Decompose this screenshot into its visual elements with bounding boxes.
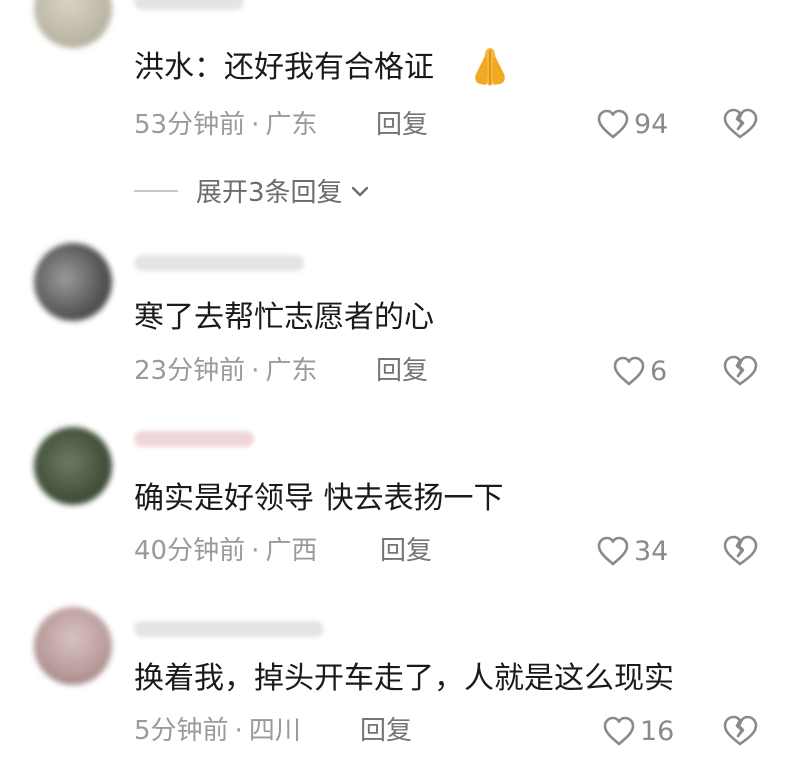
meta-separator: ·	[251, 110, 260, 140]
comment-item: 换着我，掉头开车走了，人就是这么现实 5分钟前 · 四川 回复 16	[0, 585, 800, 766]
comment-text: 洪水：还好我有合格证	[134, 50, 434, 85]
comment-location: 广东	[265, 110, 318, 140]
comment-text: 换着我，掉头开车走了，人就是这么现实	[134, 661, 674, 696]
username[interactable]	[134, 431, 254, 447]
comment-text: 寒了去帮忙志愿者的心	[134, 300, 434, 335]
username[interactable]	[134, 255, 304, 271]
like-button[interactable]: 94	[596, 104, 668, 144]
like-button[interactable]: 6	[612, 351, 667, 391]
meta-separator: ·	[234, 716, 243, 746]
chevron-down-icon	[351, 186, 368, 196]
comment-item: 洪水：还好我有合格证 53分钟前 · 广东 回复 94 展开3条回复	[0, 0, 800, 215]
reply-button[interactable]: 回复	[380, 533, 432, 569]
username[interactable]	[134, 0, 244, 10]
broken-heart-icon[interactable]	[722, 106, 758, 142]
avatar[interactable]	[34, 0, 112, 48]
divider-line	[134, 189, 178, 192]
comment-meta: 5分钟前 · 四川	[134, 713, 301, 749]
comment-meta: 53分钟前 · 广东	[134, 107, 317, 143]
like-button[interactable]: 34	[596, 531, 668, 571]
meta-separator: ·	[251, 356, 260, 386]
like-count: 94	[634, 108, 669, 140]
heart-icon	[603, 716, 635, 746]
comment-text: 确实是好领导 快去表扬一下	[134, 481, 504, 516]
broken-heart-icon[interactable]	[722, 353, 758, 389]
heart-icon	[597, 109, 629, 139]
heart-icon	[597, 536, 629, 566]
expand-replies-button[interactable]: 展开3条回复	[134, 172, 371, 209]
avatar[interactable]	[34, 243, 112, 321]
broken-heart-icon[interactable]	[722, 713, 758, 749]
like-count: 6	[650, 355, 668, 387]
like-count: 16	[640, 715, 675, 747]
comment-item: 确实是好领导 快去表扬一下 40分钟前 · 广西 回复 34	[0, 405, 800, 585]
comment-time: 53分钟前	[134, 110, 246, 140]
avatar[interactable]	[34, 427, 112, 505]
reply-button[interactable]: 回复	[376, 353, 428, 389]
comment-location: 广东	[265, 356, 318, 386]
like-count: 34	[634, 535, 669, 567]
comment-time: 5分钟前	[134, 716, 229, 746]
broken-heart-icon[interactable]	[722, 533, 758, 569]
comment-time: 40分钟前	[134, 536, 246, 566]
avatar[interactable]	[34, 607, 112, 685]
like-button[interactable]: 16	[602, 711, 674, 751]
comment-meta: 40分钟前 · 广西	[134, 533, 317, 569]
expand-replies-label: 展开3条回复	[196, 178, 343, 208]
comment-location: 广西	[265, 536, 318, 566]
reply-button[interactable]: 回复	[360, 713, 412, 749]
comment-time: 23分钟前	[134, 356, 246, 386]
heart-icon	[613, 356, 645, 386]
meta-separator: ·	[251, 536, 260, 566]
reply-button[interactable]: 回复	[376, 107, 428, 143]
comment-location: 四川	[248, 716, 301, 746]
comment-item: 寒了去帮忙志愿者的心 23分钟前 · 广东 回复 6	[0, 215, 800, 405]
comment-meta: 23分钟前 · 广东	[134, 353, 317, 389]
folded-hands-emoji-icon	[475, 48, 505, 86]
username[interactable]	[134, 621, 324, 637]
